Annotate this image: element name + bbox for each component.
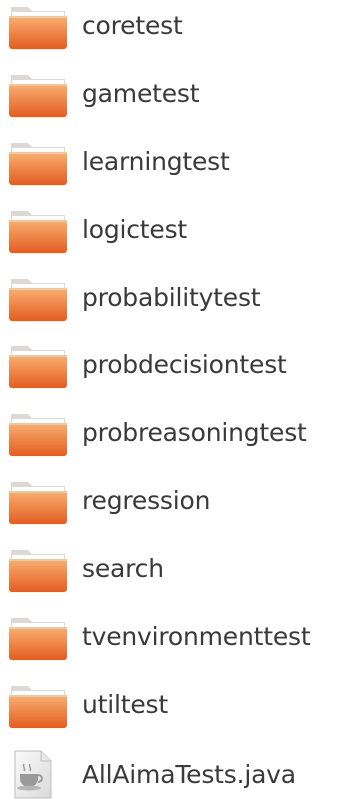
file-item-folder[interactable]: probreasoningtest xyxy=(0,399,340,467)
file-name: coretest xyxy=(82,10,183,40)
file-item-folder[interactable]: utiltest xyxy=(0,671,340,739)
folder-icon xyxy=(9,414,67,456)
file-name: regression xyxy=(82,485,211,515)
file-name: logictest xyxy=(82,214,188,244)
file-name: AllAimaTests.java xyxy=(82,759,296,789)
file-list: coretest gametest learningtest logictest… xyxy=(0,0,340,799)
file-item-folder[interactable]: probabilitytest xyxy=(0,264,340,332)
file-item-java[interactable]: AllAimaTests.java xyxy=(0,741,340,799)
folder-icon xyxy=(9,75,67,117)
folder-icon xyxy=(9,211,67,253)
java-file-icon xyxy=(14,750,52,799)
folder-icon xyxy=(9,686,67,728)
folder-icon xyxy=(9,7,67,49)
file-name: probdecisiontest xyxy=(82,349,287,379)
file-item-folder[interactable]: regression xyxy=(0,467,340,535)
folder-icon xyxy=(9,482,67,524)
file-item-folder[interactable]: probdecisiontest xyxy=(0,331,340,399)
file-name: probreasoningtest xyxy=(82,417,307,447)
file-name: gametest xyxy=(82,78,200,108)
folder-icon xyxy=(9,346,67,388)
file-name: tvenvironmenttest xyxy=(82,621,311,651)
file-name: search xyxy=(82,553,164,583)
folder-icon xyxy=(9,550,67,592)
file-item-folder[interactable]: logictest xyxy=(0,196,340,264)
folder-icon xyxy=(9,143,67,185)
file-item-folder[interactable]: gametest xyxy=(0,60,340,128)
folder-icon xyxy=(9,618,67,660)
file-item-folder[interactable]: search xyxy=(0,535,340,603)
file-name: utiltest xyxy=(82,689,168,719)
file-item-folder[interactable]: learningtest xyxy=(0,128,340,196)
file-name: learningtest xyxy=(82,146,230,176)
file-item-folder[interactable]: coretest xyxy=(0,0,340,60)
file-name: probabilitytest xyxy=(82,282,261,312)
file-item-folder[interactable]: tvenvironmenttest xyxy=(0,603,340,671)
folder-icon xyxy=(9,279,67,321)
